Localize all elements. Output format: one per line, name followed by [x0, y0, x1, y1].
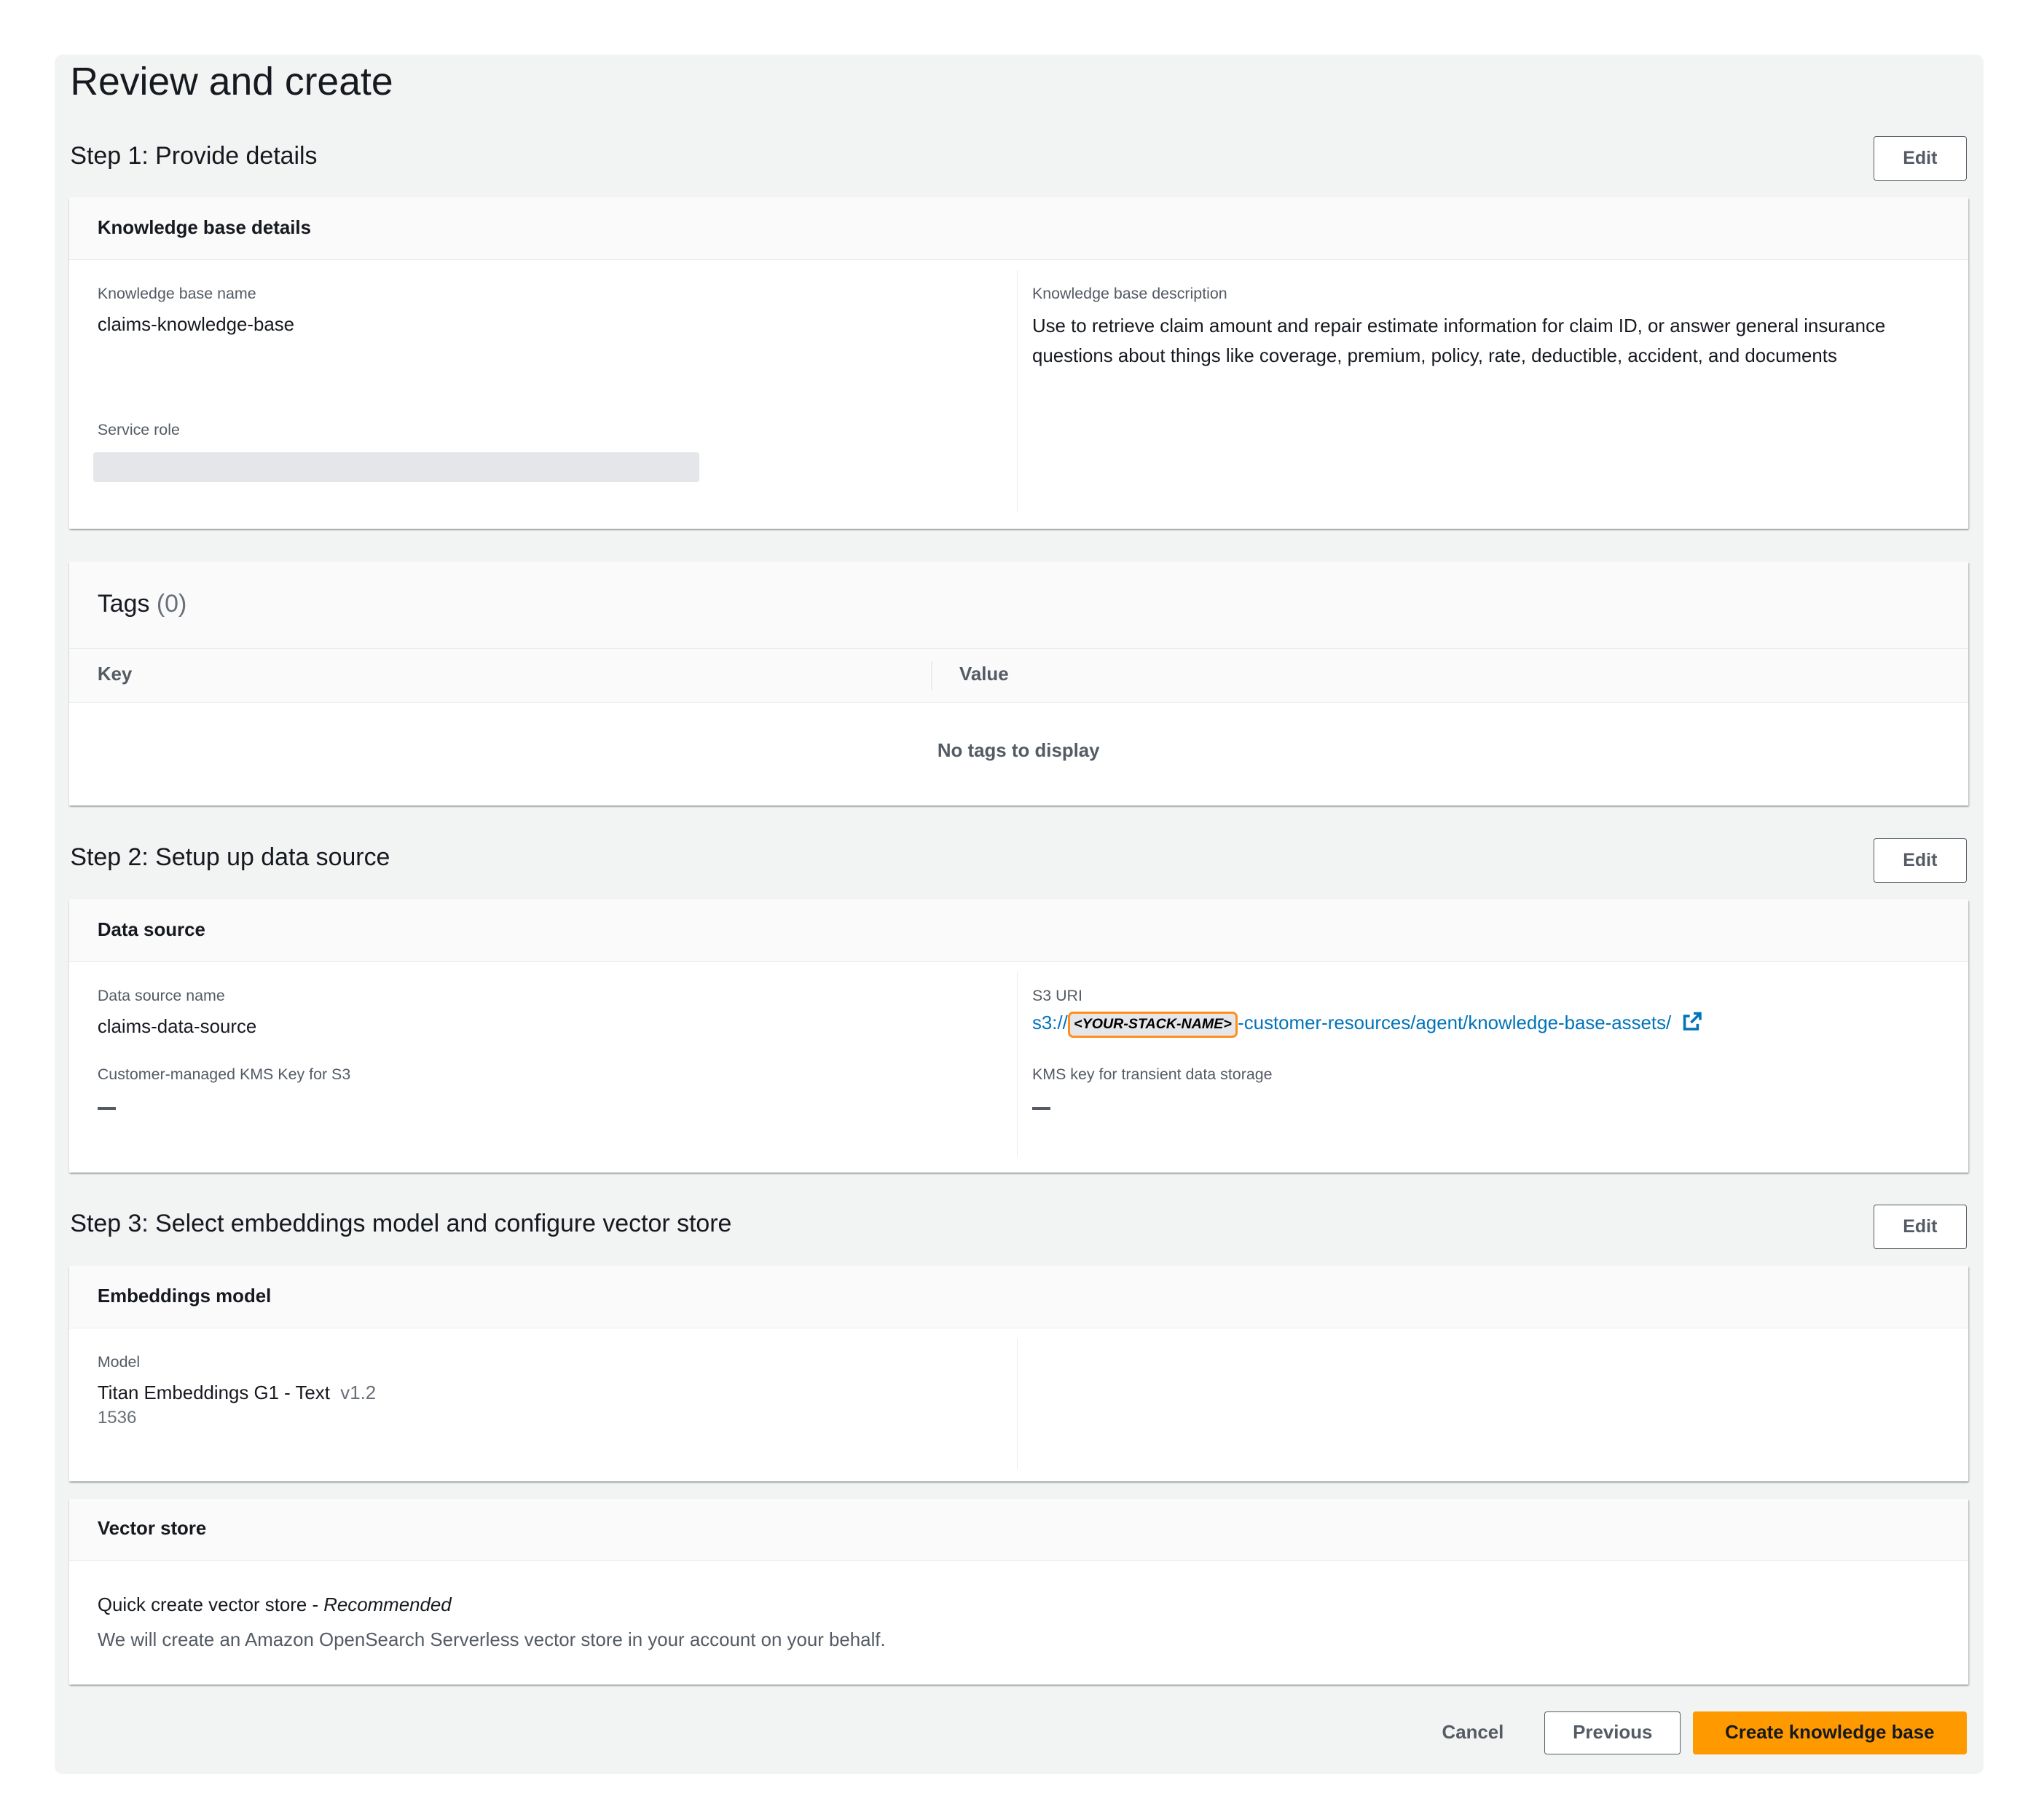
- kb-name-value: claims-knowledge-base: [97, 314, 295, 335]
- tags-table-header: Key Value: [68, 648, 1968, 704]
- stack-name-placeholder: <YOUR-STACK-NAME>: [1067, 1011, 1238, 1038]
- column-divider: [1016, 972, 1018, 1157]
- tags-empty: No tags to display: [937, 741, 1100, 762]
- external-link-icon[interactable]: [1682, 1011, 1703, 1032]
- embeddings-model-card: Embeddings model Model Titan Embeddings …: [68, 1266, 1968, 1482]
- model-name: Titan Embeddings G1 - Text: [97, 1382, 330, 1403]
- vector-store-option-text: Quick create vector store -: [97, 1594, 324, 1615]
- page-title: Review and create: [70, 60, 393, 104]
- create-knowledge-base-button[interactable]: Create knowledge base: [1692, 1711, 1968, 1755]
- kb-description-label: Knowledge base description: [1031, 284, 1227, 302]
- kms-transient-empty-dash: [1031, 1107, 1050, 1111]
- model-value: Titan Embeddings G1 - Text v1.2: [98, 1383, 376, 1404]
- tags-header: [68, 561, 1968, 649]
- data-source-name-value: claims-data-source: [97, 1016, 257, 1037]
- model-label: Model: [97, 1352, 141, 1371]
- tags-card: Tags (0) Key Value No tags to display: [68, 561, 1968, 806]
- vector-store-description: We will create an Amazon OpenSearch Serv…: [97, 1629, 886, 1650]
- step1-heading: Step 1: Provide details: [70, 141, 318, 170]
- step2-edit-button[interactable]: Edit: [1873, 838, 1968, 883]
- kms-transient-label: KMS key for transient data storage: [1031, 1065, 1273, 1084]
- kb-name-label: Knowledge base name: [97, 284, 256, 302]
- step1-edit-button[interactable]: Edit: [1873, 136, 1968, 181]
- card-title: Knowledge base details: [68, 197, 1968, 260]
- recommended-tag: Recommended: [323, 1594, 452, 1615]
- s3-suffix: -customer-resources/agent/knowledge-base…: [1238, 1013, 1672, 1034]
- col-value[interactable]: Value: [959, 664, 1009, 685]
- tags-title-text: Tags: [97, 590, 150, 618]
- col-divider: [930, 661, 932, 690]
- data-source-name-label: Data source name: [97, 986, 225, 1004]
- model-dimensions: 1536: [97, 1407, 137, 1427]
- vector-store-card: Vector store Quick create vector store -…: [68, 1498, 1968, 1685]
- service-role-redacted: [93, 452, 700, 483]
- card-title: Data source: [68, 899, 1968, 962]
- col-key[interactable]: Key: [98, 664, 132, 685]
- column-divider: [1016, 1339, 1018, 1469]
- step2-heading: Step 2: Setup up data source: [70, 843, 390, 872]
- kms-s3-empty-dash: [97, 1107, 116, 1111]
- step3-heading: Step 3: Select embeddings model and conf…: [70, 1210, 732, 1238]
- kms-s3-label: Customer-managed KMS Key for S3: [97, 1065, 351, 1084]
- previous-button[interactable]: Previous: [1544, 1711, 1681, 1755]
- vector-store-option: Quick create vector store - Recommended: [98, 1595, 452, 1616]
- s3-uri-label: S3 URI: [1031, 986, 1082, 1004]
- service-role-label: Service role: [97, 421, 180, 439]
- data-source-card: Data source Data source name claims-data…: [68, 899, 1968, 1173]
- kb-description-value: Use to retrieve claim amount and repair …: [1031, 316, 1886, 367]
- tags-title: Tags (0): [98, 590, 186, 618]
- model-version: v1.2: [340, 1382, 377, 1403]
- knowledge-base-details-card: Knowledge base details Knowledge base na…: [68, 197, 1968, 529]
- step3-edit-button[interactable]: Edit: [1873, 1205, 1968, 1249]
- card-title: Embeddings model: [68, 1266, 1968, 1328]
- tags-count: (0): [156, 590, 187, 618]
- s3-uri-link[interactable]: s3://<YOUR-STACK-NAME> -customer-resource…: [1031, 1011, 1703, 1038]
- cancel-button[interactable]: Cancel: [1430, 1711, 1516, 1754]
- s3-prefix: s3://: [1031, 1013, 1068, 1034]
- card-title: Vector store: [68, 1498, 1968, 1561]
- column-divider: [1016, 270, 1018, 513]
